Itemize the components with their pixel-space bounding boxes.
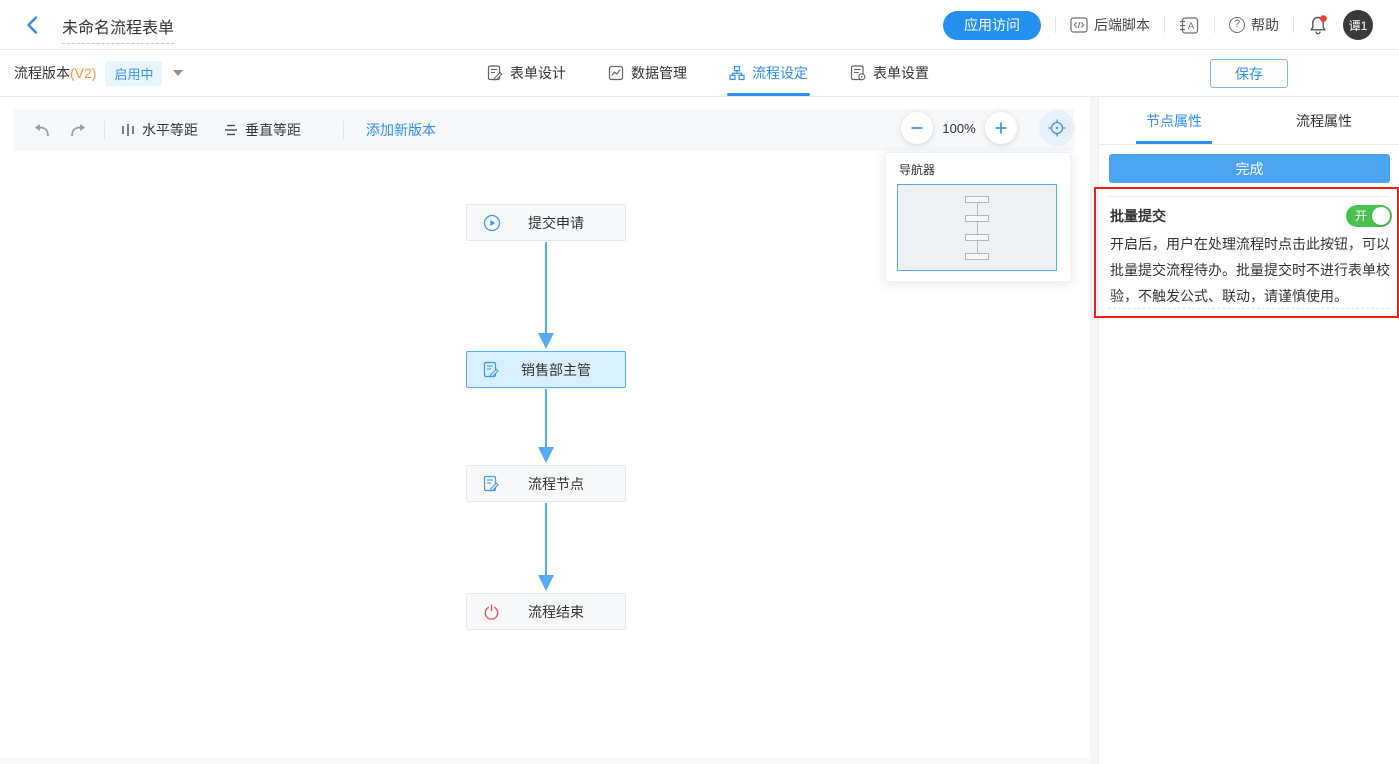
zoom-controls: 100% [901,110,1075,146]
minimap-node [965,234,989,241]
version-selector[interactable]: 流程版本(V2) 启用中 [14,50,183,96]
tab-form-settings[interactable]: 表单设置 [850,50,929,96]
batch-submit-title: 批量提交 [1110,206,1166,226]
back-button[interactable] [22,14,44,36]
flow-node-sales-manager[interactable]: 销售部主管 [466,351,626,388]
header-actions: 应用访问 后端脚本 A ? 帮助 [943,0,1373,50]
translate-button[interactable]: A [1179,16,1200,35]
function-tabs: 表单设计 数据管理 流程设定 表单设置 [487,50,929,96]
horizontal-spacing-label: 水平等距 [142,120,198,140]
undo-icon [32,123,51,138]
main-area: 水平等距 垂直等距 添加新版本 [0,97,1399,764]
toggle-on-label: 开 [1355,209,1367,223]
tab-label: 数据管理 [631,63,687,83]
form-design-icon [487,65,503,81]
toggle-knob [1372,207,1390,225]
top-header: 未命名流程表单 应用访问 后端脚本 A ? 帮助 [0,0,1399,50]
redo-icon [69,123,88,138]
version-label: 流程版本 [14,63,70,83]
vertical-spacing-button[interactable]: 垂直等距 [224,120,301,140]
backend-script-label: 后端脚本 [1094,15,1150,35]
redo-button[interactable] [69,123,88,138]
tab-node-properties[interactable]: 节点属性 [1099,97,1249,144]
minimap-connector [977,222,978,234]
tab-flow-settings[interactable]: 流程设定 [729,50,808,96]
locate-button[interactable] [1039,110,1075,146]
data-chart-icon [608,65,624,81]
status-badge: 启用中 [105,61,162,86]
flow-canvas[interactable]: 水平等距 垂直等距 添加新版本 [0,97,1090,764]
minimap-node [965,196,989,203]
properties-panel: 节点属性 流程属性 完成 [1098,97,1399,764]
chevron-down-icon [173,70,183,76]
node-label: 流程结束 [467,594,625,629]
divider [104,121,105,139]
form-settings-icon [850,65,866,81]
zoom-in-button[interactable] [985,112,1017,144]
minimap-connector [977,241,978,253]
app-access-button[interactable]: 应用访问 [943,11,1041,40]
add-version-link[interactable]: 添加新版本 [366,120,436,140]
help-label: 帮助 [1251,15,1279,35]
minus-icon [910,121,924,135]
divider [343,121,344,139]
minimap-node [965,215,989,222]
tab-flow-properties[interactable]: 流程属性 [1249,97,1399,144]
avatar[interactable]: 谭1 [1343,10,1373,40]
notification-bell-button[interactable] [1308,14,1329,36]
horizontal-scrollbar[interactable] [0,757,1090,764]
plus-icon [994,121,1008,135]
minimap-node [965,253,989,260]
page-title[interactable]: 未命名流程表单 [62,14,174,44]
undo-button[interactable] [32,123,51,138]
flow-chart-icon [729,65,745,81]
svg-text:A: A [1188,21,1195,32]
bell-icon [1308,14,1329,36]
node-label: 提交申请 [467,205,625,240]
zoom-level: 100% [933,121,985,136]
done-button[interactable]: 完成 [1109,154,1390,183]
panel-tabs: 节点属性 流程属性 [1099,97,1399,145]
code-icon [1070,17,1088,33]
flow-node-submit[interactable]: 提交申请 [466,204,626,241]
batch-submit-toggle[interactable]: 开 [1346,205,1392,227]
version-tag: (V2) [70,65,96,81]
vertical-spacing-icon [224,123,238,137]
translate-icon: A [1179,16,1200,35]
tab-form-design[interactable]: 表单设计 [487,50,566,96]
tab-label: 表单设置 [873,63,929,83]
divider [1108,196,1389,197]
navigator-panel: 导航器 [885,152,1071,282]
flow-node-process[interactable]: 流程节点 [466,465,626,502]
horizontal-spacing-button[interactable]: 水平等距 [121,120,198,140]
sub-header: 流程版本(V2) 启用中 表单设计 数据管理 流程设定 [0,50,1399,97]
navigator-minimap[interactable] [897,184,1057,271]
save-button[interactable]: 保存 [1210,59,1288,88]
divider [1293,17,1294,33]
minimap-connector [977,203,978,215]
crosshair-icon [1047,118,1067,138]
chevron-left-icon [22,14,44,36]
vertical-spacing-label: 垂直等距 [245,120,301,140]
divider [1055,17,1056,33]
flow-node-end[interactable]: 流程结束 [466,593,626,630]
help-icon: ? [1229,17,1245,33]
tab-label: 表单设计 [510,63,566,83]
divider [1214,17,1215,33]
divider [1108,308,1389,309]
node-label: 销售部主管 [467,352,625,387]
divider [1164,17,1165,33]
help-button[interactable]: ? 帮助 [1229,15,1279,35]
zoom-out-button[interactable] [901,112,933,144]
navigator-title: 导航器 [886,153,1070,184]
vertical-scrollbar[interactable] [1090,97,1098,764]
horizontal-spacing-icon [121,123,135,137]
backend-script-button[interactable]: 后端脚本 [1070,15,1150,35]
minimap-flow-preview [898,196,1056,260]
node-label: 流程节点 [467,466,625,501]
app-root: 未命名流程表单 应用访问 后端脚本 A ? 帮助 [0,0,1399,764]
tab-label: 流程设定 [752,63,808,83]
tab-data-management[interactable]: 数据管理 [608,50,687,96]
batch-submit-description: 开启后，用户在处理流程时点击此按钮，可以批量提交流程待办。批量提交时不进行表单校… [1110,231,1394,309]
